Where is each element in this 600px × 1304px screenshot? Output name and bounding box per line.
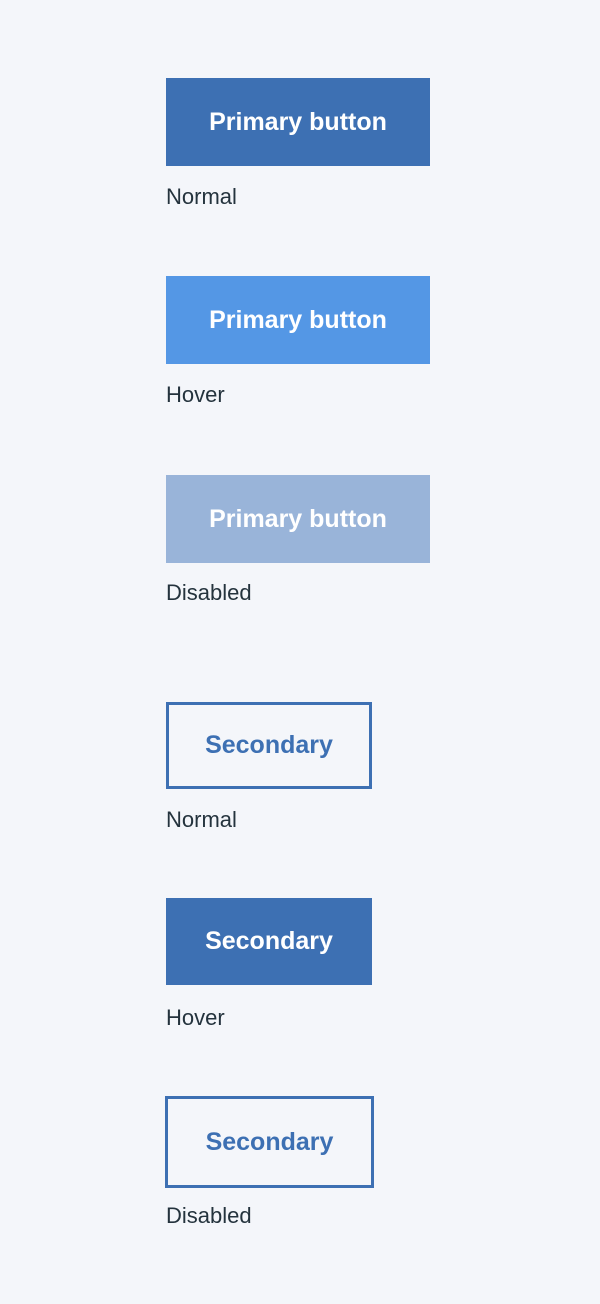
primary-button-hover[interactable]: Primary button bbox=[166, 276, 430, 364]
secondary-button-hover[interactable]: Secondary bbox=[166, 898, 372, 985]
primary-button-disabled[interactable]: Primary button bbox=[166, 475, 430, 563]
state-caption-primary-hover: Hover bbox=[166, 382, 225, 407]
state-caption-secondary-normal: Normal bbox=[166, 807, 237, 832]
state-caption-secondary-hover: Hover bbox=[166, 1005, 225, 1030]
secondary-button-disabled[interactable]: Secondary bbox=[165, 1096, 374, 1188]
primary-button-normal[interactable]: Primary button bbox=[166, 78, 430, 166]
state-caption-primary-disabled: Disabled bbox=[166, 580, 252, 605]
state-caption-primary-normal: Normal bbox=[166, 184, 237, 209]
state-caption-secondary-disabled: Disabled bbox=[166, 1203, 252, 1228]
secondary-button-normal[interactable]: Secondary bbox=[166, 702, 372, 789]
